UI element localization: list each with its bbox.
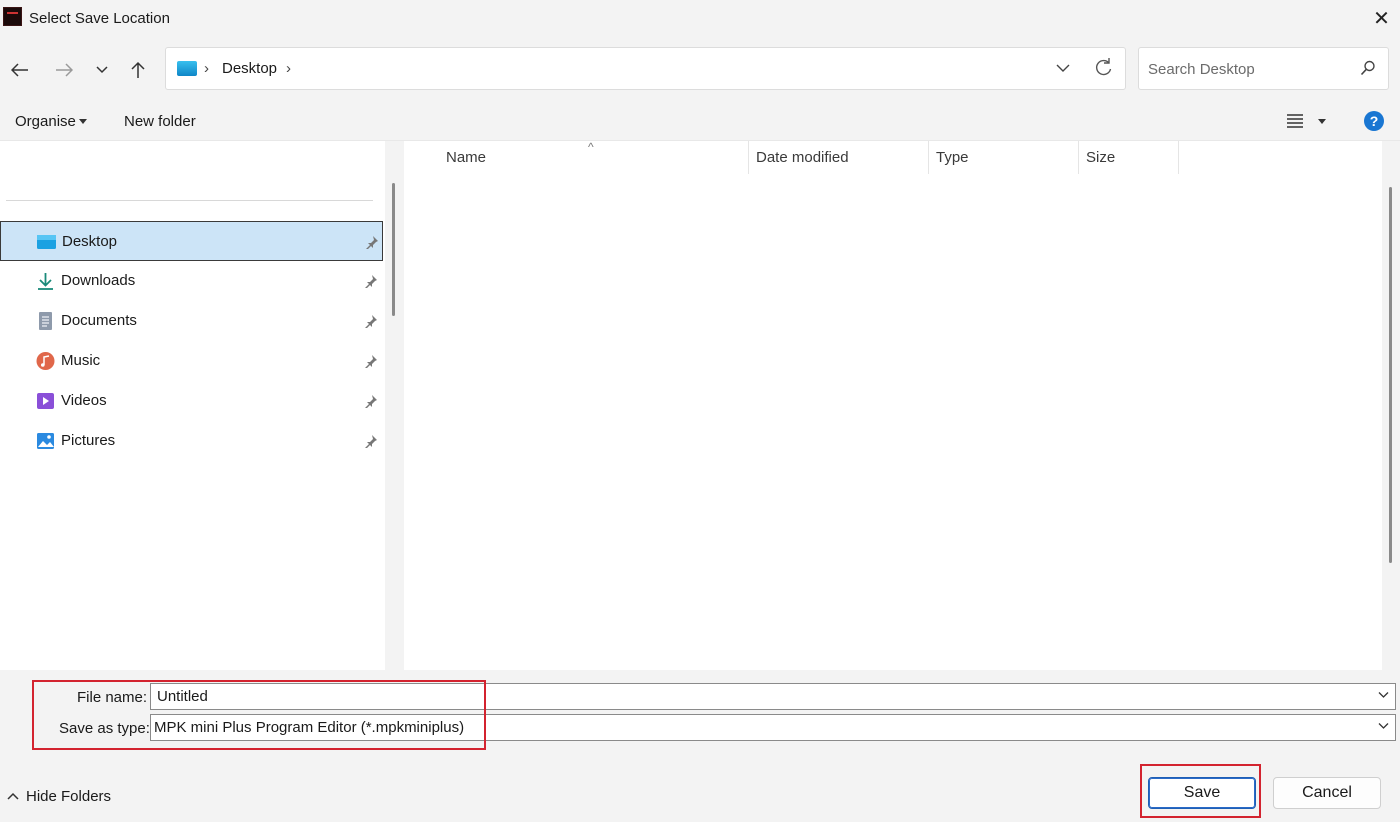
- title-bar: Select Save Location ✕: [0, 0, 1400, 37]
- nav-label: Documents: [61, 312, 137, 329]
- window-title: Select Save Location: [29, 10, 170, 27]
- column-divider[interactable]: [1178, 141, 1179, 174]
- back-button[interactable]: [6, 56, 34, 84]
- help-button[interactable]: ?: [1364, 111, 1384, 131]
- pictures-icon: [37, 433, 54, 449]
- chevron-down-icon: [96, 66, 108, 74]
- breadcrumb-desktop[interactable]: Desktop: [222, 60, 277, 77]
- pin-icon[interactable]: [364, 274, 378, 288]
- documents-icon: [39, 312, 52, 330]
- sort-ascending-icon: ^: [588, 140, 594, 154]
- search-icon: [1360, 60, 1375, 76]
- hide-folders-label: Hide Folders: [26, 788, 112, 805]
- address-bar[interactable]: › Desktop ›: [165, 47, 1126, 90]
- chevron-up-icon: [7, 792, 19, 800]
- navigation-scrollbar[interactable]: [392, 183, 395, 316]
- app-icon: [3, 7, 22, 26]
- recent-locations-button[interactable]: [88, 56, 116, 84]
- pin-icon[interactable]: [364, 354, 378, 368]
- downloads-icon: [38, 273, 53, 290]
- nav-item-desktop[interactable]: Desktop: [0, 221, 383, 261]
- view-options-icon[interactable]: [1286, 113, 1304, 129]
- nav-label: Desktop: [62, 233, 118, 250]
- column-header-size[interactable]: Size: [1086, 149, 1115, 166]
- chevron-down-icon[interactable]: [1378, 691, 1389, 699]
- nav-item-downloads[interactable]: Downloads: [0, 261, 383, 301]
- search-input[interactable]: Search Desktop: [1148, 61, 1255, 78]
- pin-icon[interactable]: [365, 235, 379, 249]
- refresh-icon[interactable]: [1093, 57, 1113, 79]
- nav-label: Pictures: [61, 432, 116, 449]
- command-bar: Organise New folder ?: [0, 101, 1400, 141]
- pin-icon[interactable]: [364, 434, 378, 448]
- nav-item-documents[interactable]: Documents: [0, 301, 383, 341]
- column-header-date-modified[interactable]: Date modified: [756, 149, 849, 166]
- highlight-box-fields: [32, 680, 486, 750]
- view-caret-icon[interactable]: [1318, 119, 1326, 124]
- pin-icon[interactable]: [364, 394, 378, 408]
- nav-label: Downloads: [61, 272, 136, 289]
- cancel-button[interactable]: Cancel: [1273, 777, 1381, 809]
- scrollbar-thumb[interactable]: [1389, 187, 1392, 563]
- arrow-up-icon: [131, 61, 145, 78]
- chevron-down-icon[interactable]: [1378, 722, 1389, 730]
- up-button[interactable]: [124, 56, 152, 84]
- column-divider[interactable]: [1078, 141, 1079, 174]
- organise-menu[interactable]: Organise: [15, 113, 76, 130]
- arrow-right-icon: [56, 63, 73, 77]
- address-dropdown-icon[interactable]: [1055, 58, 1071, 78]
- close-button[interactable]: ✕: [1363, 0, 1400, 37]
- nav-item-videos[interactable]: Videos: [0, 381, 383, 421]
- nav-label: Videos: [61, 392, 107, 409]
- nav-label: Music: [61, 352, 101, 369]
- music-icon: [36, 352, 55, 370]
- divider: [6, 200, 373, 201]
- breadcrumb-separator-icon: ›: [204, 60, 209, 77]
- desktop-folder-icon: [177, 61, 197, 76]
- file-list: ^ Name Date modified Type Size: [404, 140, 1382, 670]
- nav-item-pictures[interactable]: Pictures: [0, 421, 383, 461]
- nav-item-music[interactable]: Music: [0, 341, 383, 381]
- navigation-bar: › Desktop › Search Desktop: [0, 37, 1400, 101]
- breadcrumb-chevron-icon[interactable]: ›: [286, 60, 291, 77]
- hide-folders-button[interactable]: Hide Folders: [7, 788, 111, 805]
- arrow-left-icon: [11, 63, 28, 77]
- close-icon: ✕: [1373, 8, 1390, 30]
- column-divider[interactable]: [928, 141, 929, 174]
- navigation-pane: Desktop Downloads Documents Music Videos…: [0, 141, 385, 670]
- column-divider[interactable]: [748, 141, 749, 174]
- column-header-type[interactable]: Type: [936, 149, 969, 166]
- forward-button[interactable]: [50, 56, 78, 84]
- desktop-icon: [37, 235, 56, 249]
- caret-down-icon: [79, 119, 87, 124]
- highlight-box-save: [1140, 764, 1261, 818]
- new-folder-button[interactable]: New folder: [124, 113, 196, 130]
- search-box[interactable]: Search Desktop: [1138, 47, 1389, 90]
- file-list-scrollbar[interactable]: [1382, 141, 1400, 670]
- column-header-name[interactable]: Name: [446, 149, 486, 166]
- videos-icon: [37, 393, 54, 409]
- pin-icon[interactable]: [364, 314, 378, 328]
